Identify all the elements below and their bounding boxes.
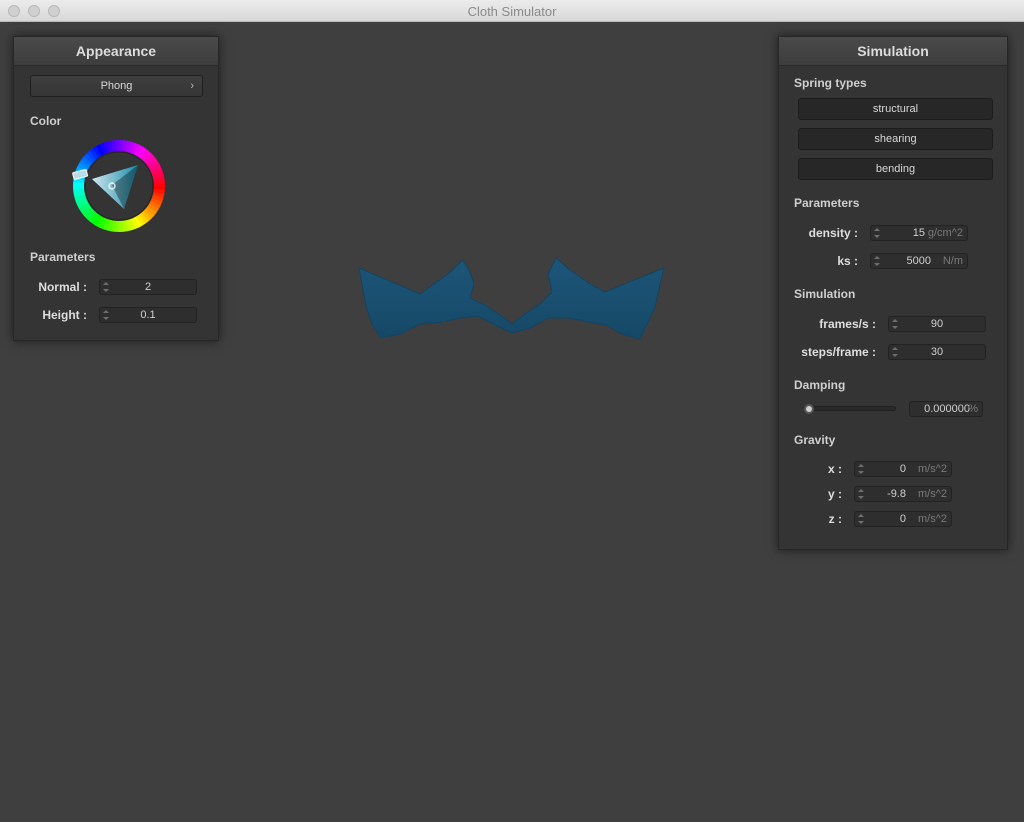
- gravity-y-input[interactable]: -9.8 m/s^2: [854, 486, 952, 502]
- gravity-z-input[interactable]: 0 m/s^2: [854, 511, 952, 527]
- height-label: Height :: [42, 308, 87, 322]
- gravity-z-label: z :: [828, 512, 842, 526]
- gravity-y-unit: m/s^2: [918, 488, 947, 500]
- steps-value: 30: [930, 346, 944, 358]
- fps-input[interactable]: 90: [888, 316, 986, 332]
- spin-arrows-icon[interactable]: [858, 489, 864, 499]
- gravity-x-input[interactable]: 0 m/s^2: [854, 461, 952, 477]
- density-unit: g/cm^2: [927, 227, 963, 239]
- damping-unit: %: [968, 403, 978, 415]
- simulation-panel: Simulation Spring types structural shear…: [778, 36, 1008, 550]
- color-wheel[interactable]: [72, 139, 166, 233]
- appearance-panel-title: Appearance: [14, 37, 218, 66]
- gravity-x-label: x :: [827, 462, 842, 476]
- gravity-z-unit: m/s^2: [918, 513, 947, 525]
- density-value: 15: [912, 227, 925, 239]
- sim-section-label: Simulation: [794, 287, 856, 301]
- fps-label: frames/s :: [819, 317, 876, 331]
- steps-input[interactable]: 30: [888, 344, 986, 360]
- gravity-x-unit: m/s^2: [918, 463, 947, 475]
- gravity-y-label: y :: [827, 487, 842, 501]
- ks-label: ks :: [837, 254, 858, 268]
- damping-slider-track[interactable]: [804, 406, 896, 411]
- gravity-label: Gravity: [794, 433, 836, 447]
- spring-types-label: Spring types: [794, 76, 867, 90]
- gravity-z-value: 0: [899, 513, 906, 525]
- color-section-label: Color: [30, 114, 62, 128]
- structural-toggle[interactable]: structural: [798, 98, 993, 120]
- normal-label: Normal :: [38, 280, 87, 294]
- shearing-toggle[interactable]: shearing: [798, 128, 993, 150]
- normal-input[interactable]: 2: [99, 279, 197, 295]
- gravity-x-value: 0: [899, 463, 906, 475]
- shader-dropdown-label: Phong: [100, 80, 133, 92]
- ks-unit: N/m: [942, 255, 963, 267]
- height-input[interactable]: 0.1: [99, 307, 197, 323]
- density-label: density :: [808, 226, 858, 240]
- sim-parameters-label: Parameters: [794, 196, 860, 210]
- damping-slider-knob[interactable]: [804, 404, 814, 414]
- density-input[interactable]: 15 g/cm^2: [870, 225, 968, 241]
- spin-arrows-icon[interactable]: [874, 256, 880, 266]
- steps-label: steps/frame :: [801, 345, 876, 359]
- chevron-right-icon: ›: [190, 80, 194, 92]
- damping-input[interactable]: 0.000000 %: [909, 401, 983, 417]
- ks-value: 5000: [906, 255, 931, 267]
- appearance-panel: Appearance Phong › Color Parameters Norm…: [13, 36, 219, 341]
- damping-label: Damping: [794, 378, 846, 392]
- appearance-parameters-label: Parameters: [30, 250, 96, 264]
- gravity-y-value: -9.8: [887, 488, 906, 500]
- window-title: Cloth Simulator: [467, 4, 557, 19]
- ks-input[interactable]: 5000 N/m: [870, 253, 968, 269]
- height-value: 0.1: [140, 309, 156, 321]
- window-titlebar: Cloth Simulator: [0, 0, 1024, 22]
- spin-arrows-icon[interactable]: [874, 228, 880, 238]
- damping-value: 0.000000: [924, 403, 970, 415]
- normal-value: 2: [144, 281, 152, 293]
- spin-arrows-icon[interactable]: [858, 464, 864, 474]
- shader-dropdown[interactable]: Phong ›: [30, 75, 203, 97]
- simulation-panel-title: Simulation: [779, 37, 1007, 66]
- fps-value: 90: [930, 318, 944, 330]
- spin-arrows-icon[interactable]: [858, 514, 864, 524]
- bending-toggle[interactable]: bending: [798, 158, 993, 180]
